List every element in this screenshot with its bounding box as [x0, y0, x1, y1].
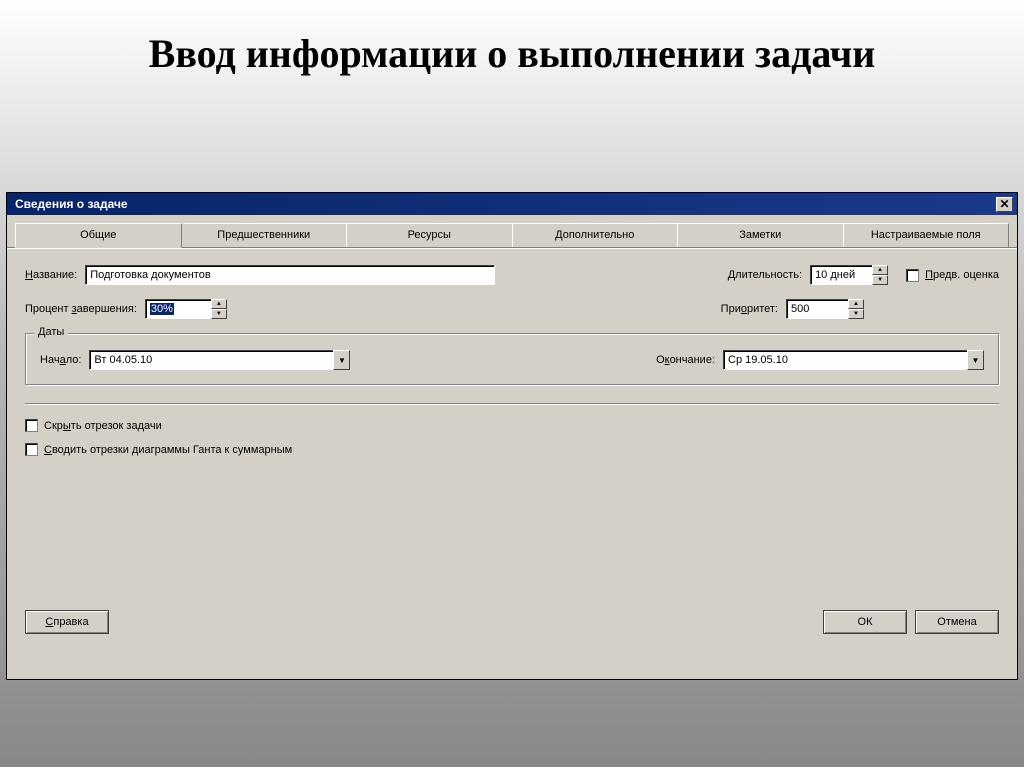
- checkbox-box: [906, 269, 919, 282]
- hide-bar-label: Скрыть отрезок задачи: [44, 420, 162, 432]
- duration-down-icon[interactable]: ▼: [872, 275, 888, 285]
- rollup-label: Сводить отрезки диаграммы Ганта к суммар…: [44, 444, 292, 456]
- ok-button[interactable]: ОК: [823, 610, 907, 634]
- start-input[interactable]: [89, 350, 333, 370]
- tab-custom-fields[interactable]: Настраиваемые поля: [843, 223, 1010, 247]
- dates-groupbox: Даты Начало: ▼ Окончание: ▼: [25, 333, 999, 385]
- divider: [25, 403, 999, 405]
- percent-up-icon[interactable]: ▲: [211, 299, 227, 309]
- percent-spinner[interactable]: 30% ▲ ▼: [145, 299, 227, 319]
- priority-up-icon[interactable]: ▲: [848, 299, 864, 309]
- checkbox-box: [25, 443, 38, 456]
- help-button[interactable]: Справка: [25, 610, 109, 634]
- cancel-button[interactable]: Отмена: [915, 610, 999, 634]
- duration-input[interactable]: [810, 265, 872, 285]
- dialog-title: Сведения о задаче: [11, 197, 128, 211]
- priority-spinner[interactable]: ▲ ▼: [786, 299, 864, 319]
- name-label: Название:: [25, 269, 77, 281]
- end-dropdown-icon[interactable]: ▼: [967, 350, 984, 370]
- duration-spinner[interactable]: ▲ ▼: [810, 265, 888, 285]
- priority-label: Приоритет:: [721, 303, 778, 315]
- close-button[interactable]: ✕: [996, 197, 1013, 212]
- start-label: Начало:: [40, 354, 81, 366]
- duration-up-icon[interactable]: ▲: [872, 265, 888, 275]
- end-combo[interactable]: ▼: [723, 350, 984, 370]
- tab-advanced[interactable]: Дополнительно: [512, 223, 679, 247]
- name-input[interactable]: [85, 265, 495, 285]
- rollup-checkbox[interactable]: Сводить отрезки диаграммы Ганта к суммар…: [25, 443, 292, 456]
- tab-resources[interactable]: Ресурсы: [346, 223, 513, 247]
- button-row: Справка ОК Отмена: [25, 610, 999, 634]
- priority-input[interactable]: [786, 299, 848, 319]
- duration-label: Длительность:: [728, 269, 802, 281]
- percent-input[interactable]: 30%: [145, 299, 211, 319]
- tab-panel-general: Название: Длительность: ▲ ▼ Предв. оценк…: [7, 248, 1017, 648]
- checkbox-box: [25, 419, 38, 432]
- end-label: Окончание:: [656, 354, 715, 366]
- start-dropdown-icon[interactable]: ▼: [333, 350, 350, 370]
- estimate-label: Предв. оценка: [925, 269, 999, 281]
- task-info-dialog: Сведения о задаче ✕ Общие Предшественник…: [6, 192, 1018, 680]
- tab-general[interactable]: Общие: [15, 223, 182, 248]
- tab-notes[interactable]: Заметки: [677, 223, 844, 247]
- percent-down-icon[interactable]: ▼: [211, 309, 227, 319]
- hide-bar-checkbox[interactable]: Скрыть отрезок задачи: [25, 419, 162, 432]
- tab-predecessors[interactable]: Предшественники: [181, 223, 348, 247]
- estimate-checkbox[interactable]: Предв. оценка: [906, 269, 999, 282]
- tab-strip: Общие Предшественники Ресурсы Дополнител…: [7, 215, 1017, 248]
- start-combo[interactable]: ▼: [89, 350, 350, 370]
- page-title: Ввод информации о выполнении задачи: [0, 0, 1024, 118]
- titlebar: Сведения о задаче ✕: [7, 193, 1017, 215]
- priority-down-icon[interactable]: ▼: [848, 309, 864, 319]
- end-input[interactable]: [723, 350, 967, 370]
- dates-legend: Даты: [34, 326, 68, 338]
- percent-label: Процент завершения:: [25, 303, 137, 315]
